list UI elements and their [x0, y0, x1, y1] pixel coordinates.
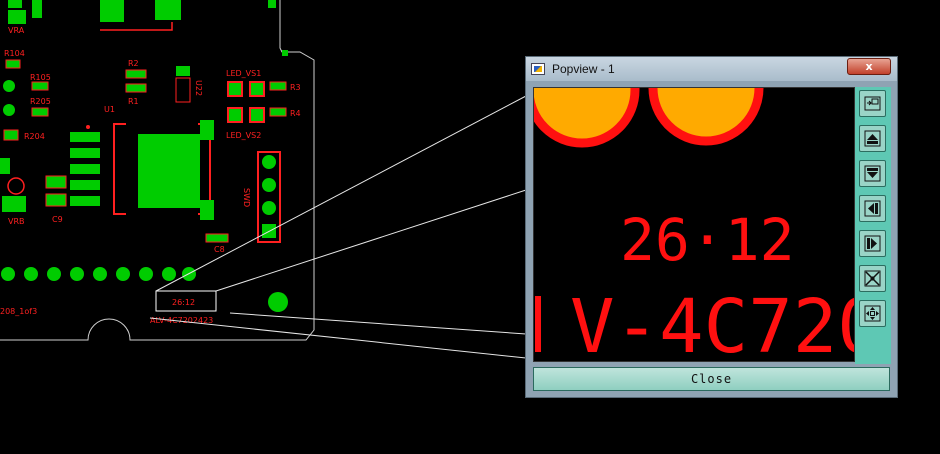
pad [249, 107, 265, 123]
window-close-button[interactable]: x [847, 58, 891, 75]
pad [100, 0, 124, 22]
via [162, 267, 176, 281]
via [93, 267, 107, 281]
pad [249, 81, 265, 97]
chip-pad [200, 200, 214, 220]
label-u1: U1 [104, 105, 115, 114]
pad [45, 175, 67, 189]
label-r205: R205 [30, 97, 51, 106]
pad [32, 0, 42, 18]
pad-circle [648, 88, 764, 146]
pan-down-icon [864, 165, 881, 182]
pad [5, 59, 21, 69]
label-led-vs2: LED_VS2 [226, 131, 261, 140]
silk-outline [100, 22, 173, 31]
pad [8, 0, 22, 8]
via [70, 267, 84, 281]
pad [227, 81, 243, 97]
via [3, 104, 15, 116]
zoom-out-button[interactable] [859, 300, 886, 327]
label-r1: R1 [128, 97, 139, 106]
pad [282, 50, 288, 56]
app-icon [531, 63, 545, 75]
via [268, 292, 288, 312]
pad [70, 148, 100, 158]
pad [269, 107, 287, 117]
pan-up-icon [864, 130, 881, 147]
label-r105: R105 [30, 73, 51, 82]
label-vra: VRA [8, 26, 25, 35]
label-sheet: 208_1of3 [0, 307, 37, 316]
pan-left-button[interactable] [859, 195, 886, 222]
pad [31, 81, 49, 91]
label-swd: SWD [242, 188, 251, 207]
label-date-small: 26:12 [172, 298, 195, 307]
via [24, 267, 38, 281]
pad [205, 233, 229, 243]
pad [3, 129, 19, 141]
pan-right-button[interactable] [859, 230, 886, 257]
label-vrb: VRB [8, 217, 25, 226]
label-r2: R2 [128, 59, 139, 68]
label-u22: U22 [194, 80, 203, 96]
silk-outline [7, 177, 25, 195]
pad [155, 0, 181, 20]
via [3, 80, 15, 92]
label-c9: C9 [52, 215, 63, 224]
zoom-fit-button[interactable] [859, 90, 886, 117]
label-led-vs1: LED_VS1 [226, 69, 261, 78]
pan-right-icon [864, 235, 881, 252]
pad [125, 83, 147, 93]
pad [125, 69, 147, 79]
silk-outline [113, 123, 126, 215]
pad [70, 180, 100, 190]
pad [269, 81, 287, 91]
pad [31, 107, 49, 117]
zoom-part-text: V-4C7202 [570, 284, 855, 362]
window-title: Popview - 1 [552, 62, 615, 76]
chip-pad [138, 134, 200, 208]
zoom-in-button[interactable] [859, 265, 886, 292]
pad-circle [534, 88, 640, 148]
label-r104: R104 [4, 49, 25, 58]
pad [8, 10, 26, 24]
popview-toolbar [855, 87, 891, 364]
via [47, 267, 61, 281]
pad [227, 107, 243, 123]
label-c8: C8 [214, 245, 225, 254]
header-pin [262, 201, 276, 215]
pin1-dot [86, 125, 90, 129]
zoom-out-icon [864, 305, 881, 322]
pad [0, 158, 10, 174]
pan-down-button[interactable] [859, 160, 886, 187]
pad [70, 132, 100, 142]
label-r3: R3 [290, 83, 301, 92]
pad [70, 196, 100, 206]
zoom-in-icon [864, 270, 881, 287]
silk-outline [175, 77, 191, 103]
via [1, 267, 15, 281]
via [139, 267, 153, 281]
label-r204: R204 [24, 132, 45, 141]
header-pin [262, 155, 276, 169]
pad [70, 164, 100, 174]
header-pin [262, 178, 276, 192]
pad [176, 66, 190, 76]
zoom-fit-icon [864, 96, 881, 111]
via [116, 267, 130, 281]
close-button[interactable]: Close [533, 367, 890, 391]
zoom-viewport[interactable]: 26·12 V-4C7202 [533, 87, 855, 362]
pad [2, 196, 26, 212]
pan-up-button[interactable] [859, 125, 886, 152]
pad [268, 0, 276, 8]
window-titlebar[interactable]: Popview - 1 x [526, 57, 897, 81]
chip-pad [200, 120, 214, 140]
zoom-date-text: 26·12 [620, 206, 795, 274]
pan-left-icon [864, 200, 881, 217]
popview-window[interactable]: Popview - 1 x 26·12 V-4C7202 [525, 56, 898, 398]
pad [45, 193, 67, 207]
label-r4: R4 [290, 109, 301, 118]
